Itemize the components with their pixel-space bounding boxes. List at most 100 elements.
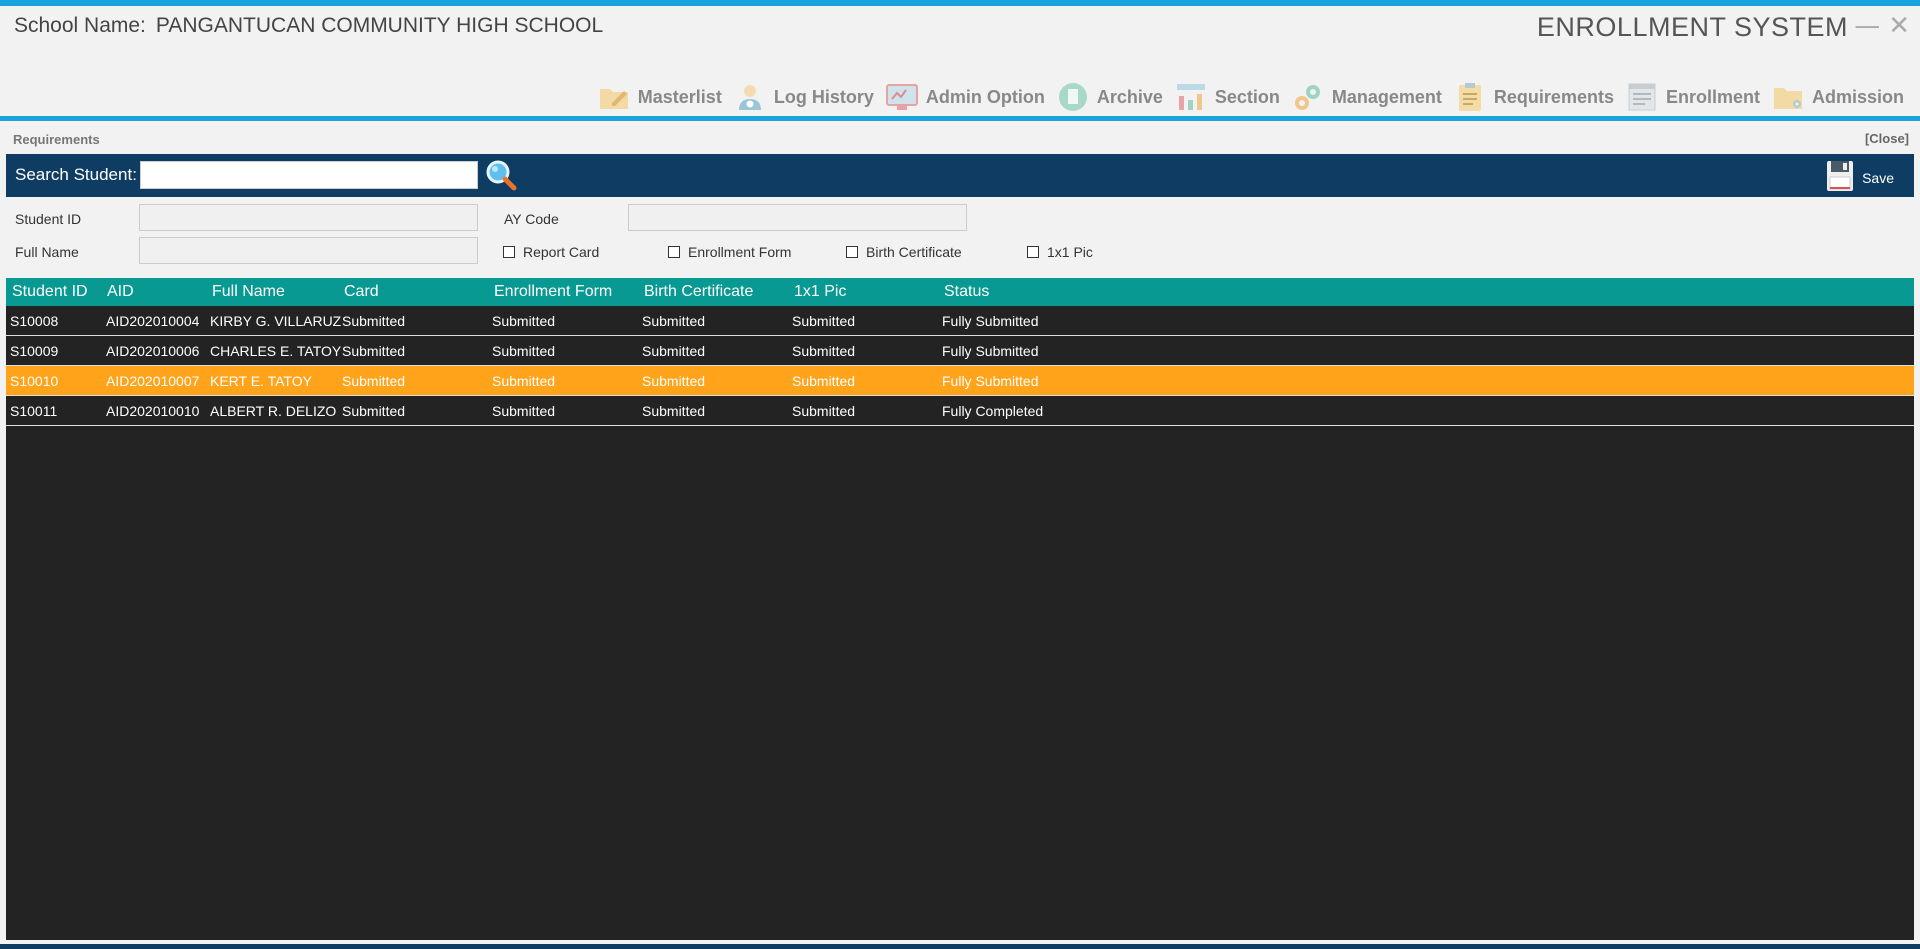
nav-archive[interactable]: Archive	[1057, 81, 1163, 113]
cell-aid: AID202010007	[106, 373, 200, 389]
cell-student-id: S10010	[10, 373, 59, 389]
nav-admission[interactable]: Admission	[1772, 81, 1904, 113]
nav-management[interactable]: Management	[1292, 81, 1442, 113]
cell-aid: AID202010010	[106, 403, 200, 419]
cell-full-name: KIRBY G. VILLARUZ	[210, 313, 342, 329]
folder-pen-icon	[598, 81, 630, 113]
cell-1x1-pic: Submitted	[792, 343, 856, 359]
table-row-selected[interactable]: S10010 AID202010007 KERT E. TATOY Submit…	[6, 366, 1914, 396]
app-header: School Name: PANGANTUCAN COMMUNITY HIGH S…	[0, 6, 1920, 116]
requirements-grid: Student ID AID Full Name Card Enrollment…	[6, 278, 1914, 940]
grid-header: Student ID AID Full Name Card Enrollment…	[6, 278, 1914, 306]
cell-card: Submitted	[342, 343, 406, 359]
nav-label: Management	[1331, 86, 1442, 107]
cell-student-id: S10009	[10, 343, 59, 359]
cell-status: Fully Submitted	[942, 313, 1039, 329]
search-icon[interactable]	[484, 159, 518, 193]
search-label: Search Student:	[15, 165, 137, 184]
cell-birth-certificate: Submitted	[642, 403, 706, 419]
checkbox-label: Birth Certificate	[866, 244, 962, 260]
nav-masterlist[interactable]: Masterlist	[598, 81, 722, 113]
column-header[interactable]: Card	[344, 283, 379, 301]
clipboard-icon	[1454, 81, 1486, 113]
header-divider	[0, 116, 1920, 121]
school-name: School Name: PANGANTUCAN COMMUNITY HIGH S…	[14, 14, 603, 38]
nav-section[interactable]: Section	[1175, 81, 1280, 113]
nav-log-history[interactable]: Log History	[734, 81, 874, 113]
cell-enrollment-form: Submitted	[492, 343, 556, 359]
school-label: School Name:	[14, 14, 146, 37]
panel-close-button[interactable]: [Close]	[1865, 131, 1909, 146]
column-header[interactable]: AID	[107, 283, 134, 301]
cell-birth-certificate: Submitted	[642, 313, 706, 329]
form-icon	[1626, 81, 1658, 113]
student-id-label: Student ID	[15, 211, 82, 227]
cell-full-name: KERT E. TATOY	[210, 373, 312, 389]
folder-gear-icon	[1772, 81, 1804, 113]
1x1-pic-checkbox[interactable]: 1x1 Pic	[1027, 244, 1093, 260]
save-label: Save	[1862, 170, 1894, 186]
nav-label: Enrollment	[1665, 86, 1760, 107]
table-row[interactable]: S10009 AID202010006 CHARLES E. TATOY Sub…	[6, 336, 1914, 366]
checkbox-label: Report Card	[523, 244, 600, 260]
birth-certificate-checkbox[interactable]: Birth Certificate	[846, 244, 962, 260]
nav-label: Archive	[1096, 86, 1163, 107]
cell-student-id: S10008	[10, 313, 59, 329]
enrollment-form-checkbox[interactable]: Enrollment Form	[668, 244, 791, 260]
gears-icon	[1292, 81, 1324, 113]
search-input[interactable]	[140, 161, 478, 189]
floppy-disk-icon	[1826, 160, 1854, 196]
cell-birth-certificate: Submitted	[642, 373, 706, 389]
column-header[interactable]: Student ID	[12, 283, 88, 301]
cell-status: Fully Submitted	[942, 373, 1039, 389]
cell-full-name: ALBERT R. DELIZO	[210, 403, 337, 419]
nav-admin-option[interactable]: Admin Option	[885, 81, 1045, 113]
cell-aid: AID202010004	[106, 313, 200, 329]
cell-enrollment-form: Submitted	[492, 313, 556, 329]
nav-enrollment[interactable]: Enrollment	[1626, 81, 1760, 113]
column-header[interactable]: Enrollment Form	[494, 283, 612, 301]
cell-aid: AID202010006	[106, 343, 200, 359]
nav-label: Admission	[1811, 86, 1904, 107]
ay-code-field[interactable]	[628, 204, 967, 231]
column-header[interactable]: 1x1 Pic	[794, 283, 846, 301]
cell-1x1-pic: Submitted	[792, 313, 856, 329]
cell-card: Submitted	[342, 403, 406, 419]
column-header[interactable]: Status	[944, 283, 989, 301]
report-card-checkbox[interactable]: Report Card	[503, 244, 599, 260]
bottom-bar	[0, 944, 1920, 949]
cell-birth-certificate: Submitted	[642, 343, 706, 359]
search-bar: Search Student: Save	[6, 154, 1914, 197]
checkbox-label: Enrollment Form	[688, 244, 792, 260]
nav-label: Log History	[773, 86, 874, 107]
user-clock-icon	[734, 81, 766, 113]
cell-1x1-pic: Submitted	[792, 403, 856, 419]
nav-requirements[interactable]: Requirements	[1454, 81, 1614, 113]
minimize-button[interactable]: —	[1854, 12, 1880, 40]
table-row[interactable]: S10008 AID202010004 KIRBY G. VILLARUZ Su…	[6, 306, 1914, 336]
system-title: ENROLLMENT SYSTEM	[1536, 12, 1848, 42]
nav-label: Section	[1214, 86, 1280, 107]
cell-enrollment-form: Submitted	[492, 403, 556, 419]
cell-1x1-pic: Submitted	[792, 373, 856, 389]
checkbox-box	[668, 246, 680, 258]
ay-code-label: AY Code	[504, 211, 559, 227]
close-window-button[interactable]: ✕	[1888, 12, 1910, 40]
column-header[interactable]: Full Name	[212, 283, 285, 301]
cell-card: Submitted	[342, 373, 406, 389]
window-controls: — ✕	[1854, 12, 1910, 40]
nav-label: Masterlist	[637, 86, 722, 107]
student-id-field[interactable]	[139, 204, 478, 231]
school-value: PANGANTUCAN COMMUNITY HIGH SCHOOL	[155, 14, 604, 37]
admin-screen-icon	[885, 81, 918, 113]
table-row[interactable]: S10011 AID202010010 ALBERT R. DELIZO Sub…	[6, 396, 1914, 426]
save-button[interactable]: Save	[1826, 160, 1894, 196]
cell-status: Fully Submitted	[942, 343, 1039, 359]
full-name-field[interactable]	[139, 237, 478, 264]
checkbox-box	[846, 246, 858, 258]
cell-student-id: S10011	[10, 403, 58, 419]
nav-label: Admin Option	[925, 86, 1045, 107]
full-name-label: Full Name	[15, 244, 79, 260]
column-header[interactable]: Birth Certificate	[644, 283, 753, 301]
cell-full-name: CHARLES E. TATOY	[210, 343, 342, 359]
